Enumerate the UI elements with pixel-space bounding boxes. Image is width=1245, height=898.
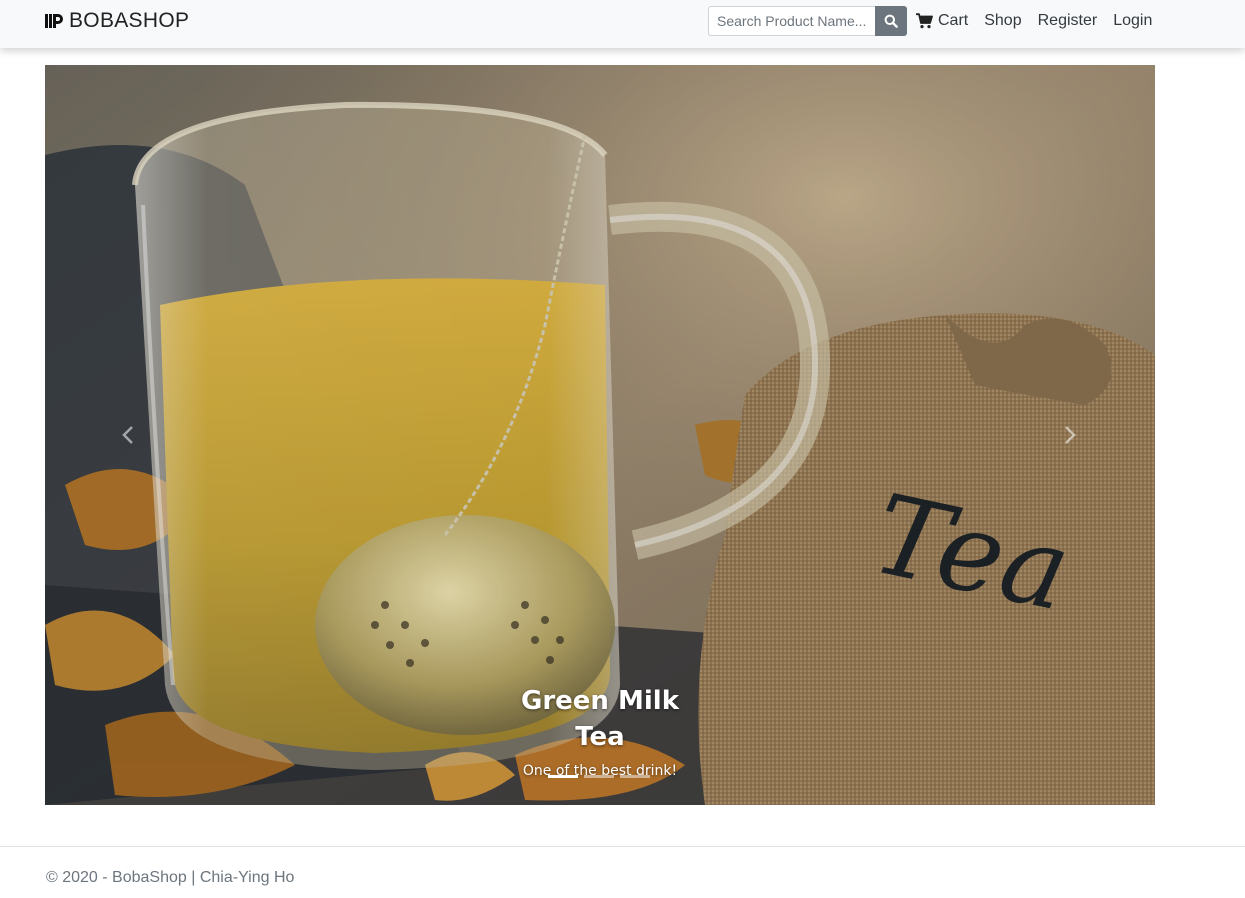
brand-name: BOBASHOP: [69, 9, 190, 32]
nav-register-link[interactable]: Register: [1038, 12, 1098, 30]
slide-title: Green Milk Tea: [521, 686, 679, 752]
carousel-next-button[interactable]: [1055, 420, 1085, 450]
footer-author: | Chia-Ying Ho: [186, 869, 295, 886]
chevron-left-icon: [122, 426, 133, 444]
carousel-indicator-1[interactable]: [548, 775, 578, 778]
cart-icon: [916, 13, 933, 29]
footer: © 2020 - BobaShop | Chia-Ying Ho: [0, 846, 1245, 898]
cup-icon: [45, 14, 63, 28]
footer-copyright: © 2020 -: [46, 869, 113, 886]
carousel-indicator-2[interactable]: [584, 775, 614, 778]
carousel-indicator-3[interactable]: [620, 775, 650, 778]
footer-text: © 2020 - BobaShop | Chia-Ying Ho: [46, 869, 294, 887]
search-input[interactable]: [708, 6, 875, 36]
nav-login-link[interactable]: Login: [1113, 12, 1152, 30]
chevron-right-icon: [1065, 426, 1076, 444]
carousel-indicators: [548, 775, 650, 778]
brand-link[interactable]: BOBASHOP: [45, 8, 189, 34]
footer-brand-link[interactable]: BobaShop: [112, 869, 187, 886]
carousel-prev-button[interactable]: [113, 420, 143, 450]
nav-cart-label: Cart: [938, 12, 969, 29]
navbar: BOBASHOP Cart Shop Register Login: [0, 0, 1245, 48]
search-form: [708, 6, 907, 36]
slide-caption: Green Milk Tea One of the best drink!: [500, 683, 700, 781]
search-icon: [884, 14, 898, 28]
nav-links: Cart Shop Register Login: [916, 10, 1152, 32]
nav-cart-link[interactable]: Cart: [916, 12, 968, 30]
hero-carousel: Tea Green Milk Tea One of the best drink…: [45, 65, 1155, 805]
search-button[interactable]: [875, 6, 907, 36]
slide-subtitle: One of the best drink!: [522, 763, 678, 779]
nav-shop-link[interactable]: Shop: [984, 12, 1021, 30]
